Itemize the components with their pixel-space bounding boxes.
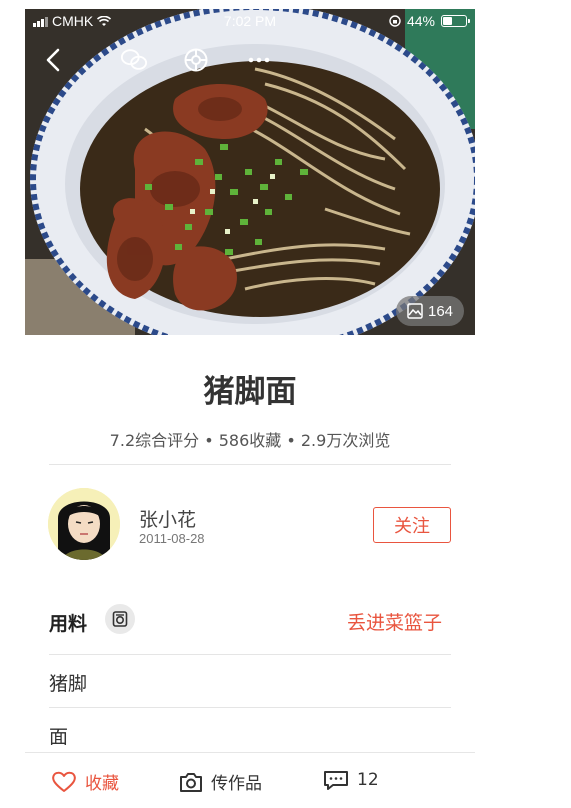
comment-count: 12 bbox=[357, 770, 379, 790]
top-action-bar bbox=[25, 40, 475, 76]
follow-button[interactable]: 关注 bbox=[373, 507, 451, 543]
comment-button[interactable]: 12 bbox=[323, 769, 379, 791]
add-to-basket-link[interactable]: 丢进菜篮子 bbox=[347, 608, 442, 635]
author-date: 2011-08-28 bbox=[139, 531, 205, 546]
bottom-action-bar: 收藏 传作品 12 bbox=[25, 752, 475, 808]
ingredients-title: 用料 bbox=[49, 613, 88, 635]
back-icon[interactable] bbox=[39, 46, 67, 74]
author-name[interactable]: 张小花 bbox=[139, 505, 196, 532]
recipe-title: 猪脚面 bbox=[203, 374, 297, 410]
more-icon[interactable] bbox=[245, 46, 273, 74]
camera-icon bbox=[180, 772, 202, 792]
ingredient-item: 猪脚 bbox=[49, 673, 88, 695]
heart-icon bbox=[52, 771, 76, 792]
battery-icon bbox=[441, 15, 470, 27]
favorite-button[interactable]: 收藏 bbox=[51, 769, 119, 794]
ingredient-item: 面 bbox=[49, 726, 69, 748]
photo-count-badge[interactable]: 164 bbox=[396, 296, 464, 326]
moments-share-icon[interactable] bbox=[182, 46, 210, 74]
status-bar: CMHK 7:02 PM 44% bbox=[25, 9, 475, 33]
recipe-stats: 7.2综合评分 • 586收藏 • 2.9万次浏览 bbox=[109, 431, 391, 450]
favorite-label: 收藏 bbox=[85, 774, 119, 794]
wechat-share-icon[interactable] bbox=[120, 46, 148, 74]
photo-count: 164 bbox=[427, 302, 454, 320]
gallery-icon bbox=[407, 303, 423, 319]
divider bbox=[49, 707, 451, 708]
battery-percent: 44% bbox=[406, 13, 435, 29]
avatar[interactable] bbox=[48, 488, 120, 560]
divider bbox=[49, 654, 451, 655]
rotation-lock-icon bbox=[389, 15, 401, 27]
divider bbox=[49, 464, 451, 465]
upload-work-button[interactable]: 传作品 bbox=[179, 769, 262, 794]
comment-icon bbox=[324, 771, 348, 790]
scale-icon[interactable] bbox=[105, 604, 135, 634]
battery-area: 44% bbox=[389, 13, 470, 29]
upload-label: 传作品 bbox=[211, 774, 262, 794]
